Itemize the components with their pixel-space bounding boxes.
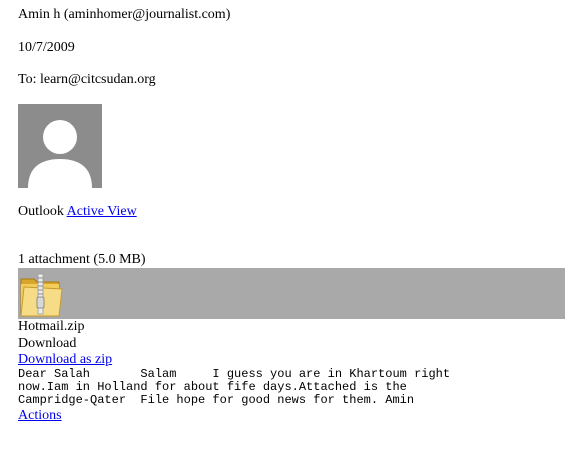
sender-line: Amin h (aminhomer@journalist.com) [18, 7, 231, 22]
active-view-link[interactable]: Active View [67, 204, 137, 219]
download-label: Download [18, 336, 77, 351]
attachment-bar [18, 268, 565, 319]
message-body: Dear Salah Salam I guess you are in Khar… [18, 367, 451, 407]
recipient-line: To: learn@citcsudan.org [18, 72, 156, 87]
attachment-count: 1 attachment (5.0 MB) [18, 252, 146, 267]
download-as-zip-link[interactable]: Download as zip [18, 352, 112, 368]
sent-date: 10/7/2009 [18, 40, 75, 55]
outlook-label: Outlook [18, 204, 64, 219]
actions-link[interactable]: Actions [18, 408, 62, 424]
avatar [18, 104, 102, 188]
person-silhouette-icon [28, 120, 92, 188]
attachment-file-name: Hotmail.zip [18, 319, 85, 334]
zip-folder-icon[interactable] [18, 270, 64, 318]
outlook-line: Outlook Active View [18, 204, 137, 220]
